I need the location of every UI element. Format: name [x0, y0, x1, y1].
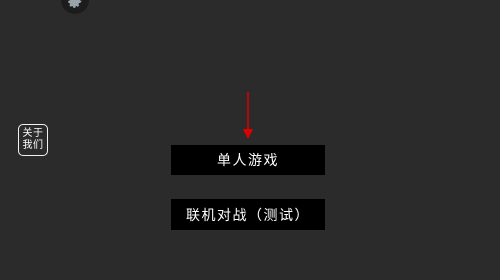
settings-button[interactable] [61, 0, 89, 14]
arrow-down-icon [243, 92, 253, 139]
online-battle-button[interactable]: 联机对战（测试） [171, 199, 325, 230]
about-us-label-line1: 关于 [22, 128, 44, 139]
single-player-label: 单人游戏 [217, 153, 279, 169]
single-player-button[interactable]: 单人游戏 [171, 145, 325, 175]
gear-icon [68, 0, 82, 8]
about-us-label-line2: 我们 [22, 140, 44, 151]
about-us-button[interactable]: 关于 我们 [18, 124, 48, 156]
online-battle-label: 联机对战（测试） [186, 207, 310, 224]
